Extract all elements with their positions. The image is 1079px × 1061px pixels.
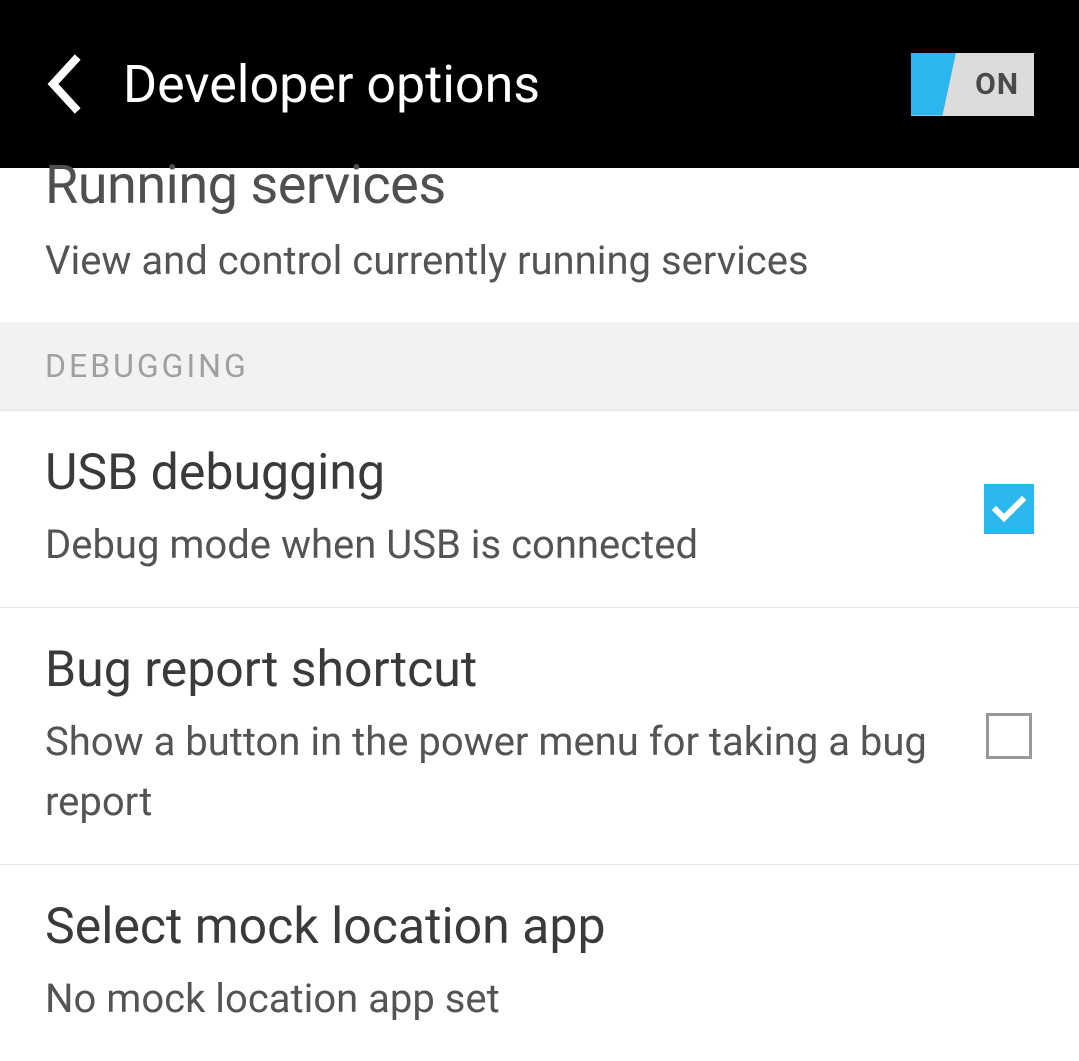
toggle-label: ON <box>975 67 1034 102</box>
header-left: Developer options <box>45 54 540 115</box>
setting-text: Bug report shortcut Show a button in the… <box>45 640 954 832</box>
toggle-active-indicator <box>911 53 956 116</box>
setting-subtitle: Debug mode when USB is connected <box>45 515 954 575</box>
setting-subtitle: Show a button in the power menu for taki… <box>45 712 954 832</box>
section-header-debugging: DEBUGGING <box>0 322 1079 411</box>
content-area: Running services View and control curren… <box>0 156 1079 1061</box>
setting-text: USB debugging Debug mode when USB is con… <box>45 443 954 575</box>
master-toggle[interactable]: ON <box>911 53 1034 116</box>
setting-title: Running services <box>45 156 1034 215</box>
setting-mock-location[interactable]: Select mock location app No mock locatio… <box>0 865 1079 1061</box>
checkbox-usb-debugging[interactable] <box>984 484 1034 534</box>
setting-usb-debugging[interactable]: USB debugging Debug mode when USB is con… <box>0 411 1079 608</box>
checkmark-icon <box>984 484 1034 534</box>
setting-text: Select mock location app No mock locatio… <box>45 897 1034 1029</box>
back-icon[interactable] <box>45 54 81 114</box>
checkbox-empty-icon <box>986 713 1032 759</box>
setting-subtitle: View and control currently running servi… <box>45 235 1034 287</box>
page-title: Developer options <box>123 54 540 115</box>
setting-title: Bug report shortcut <box>45 640 954 700</box>
setting-title: USB debugging <box>45 443 954 503</box>
checkbox-bug-report[interactable] <box>984 711 1034 761</box>
setting-subtitle: No mock location app set <box>45 969 1034 1029</box>
section-header-label: DEBUGGING <box>45 347 1034 385</box>
setting-running-services[interactable]: Running services View and control curren… <box>0 156 1079 322</box>
setting-bug-report-shortcut[interactable]: Bug report shortcut Show a button in the… <box>0 608 1079 865</box>
setting-title: Select mock location app <box>45 897 1034 957</box>
app-header: Developer options ON <box>0 0 1079 168</box>
